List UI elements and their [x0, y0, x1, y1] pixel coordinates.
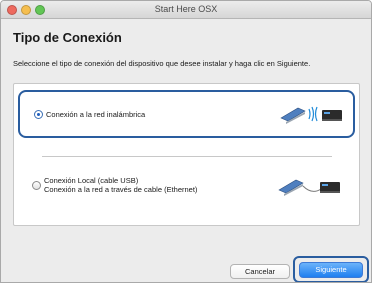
option-wired[interactable]: Conexión Local (cable USB) Conexión a la…: [18, 168, 355, 212]
instructions-text: Seleccione el tipo de conexión del dispo…: [13, 59, 311, 68]
radio-wired[interactable]: [32, 181, 41, 190]
option-wireless[interactable]: Conexión a la red inalámbrica: [18, 90, 355, 138]
wired-connection-icon: [278, 179, 340, 196]
option-wired-label: Conexión Local (cable USB) Conexión a la…: [44, 176, 197, 194]
cancel-button[interactable]: Cancelar: [230, 264, 290, 279]
divider: [42, 156, 332, 157]
option-wired-line2: Conexión a la red a través de cable (Eth…: [44, 185, 198, 194]
radio-wireless[interactable]: [34, 110, 43, 119]
installer-window: Start Here OSX Tipo de Conexión Seleccio…: [0, 0, 372, 283]
wireless-connection-icon: [280, 106, 342, 124]
window-title: Start Here OSX: [154, 4, 218, 14]
next-button[interactable]: Siguiente: [299, 262, 363, 278]
option-wired-line1: Conexión Local (cable USB): [44, 176, 139, 185]
option-wireless-label: Conexión a la red inalámbrica: [46, 110, 146, 119]
page-title: Tipo de Conexión: [13, 30, 122, 45]
connection-options-panel: Conexión a la red inalámbrica Conexión L…: [13, 83, 360, 226]
title-bar: Start Here OSX: [1, 1, 371, 19]
